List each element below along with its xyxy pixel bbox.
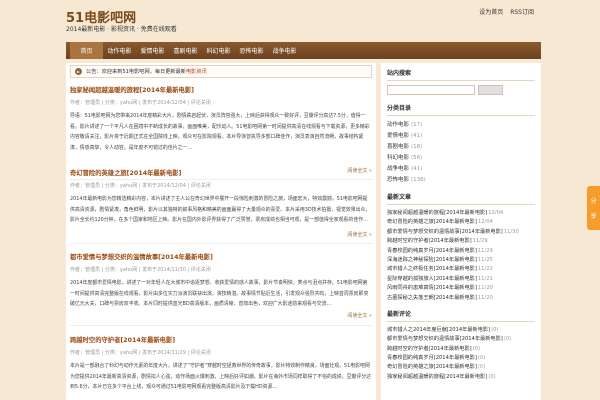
comment-item[interactable]: 跨越时空的守护者[2014年最新电影](0): [387, 345, 535, 354]
share-button[interactable]: 分 享: [587, 186, 600, 230]
comment-item[interactable]: 城市猎人之2014年度巨献[2014年最新电影](0): [387, 326, 535, 335]
post-title[interactable]: 跨越时空的守护者[2014年最新电影]: [70, 335, 372, 344]
site-header: 51电影吧网 2014最新电影 · 影视资讯 · 免费在线观看 设为首页 RSS…: [0, 0, 600, 42]
comments-list: 城市猎人之2014年度巨献[2014年最新电影](0) 都市爱情与梦想交织的温情…: [387, 326, 535, 382]
rss-link[interactable]: RSS订阅: [510, 7, 534, 16]
comment-item[interactable]: 奇幻冒险的英雄之旅[2014年最新电影](0): [387, 363, 535, 372]
set-homepage-link[interactable]: 设为首页: [479, 7, 503, 16]
post-item: 独家秘闻超越温暖的旅程[2014年最新电影] 作者：管理员 | 分类：yahu网…: [70, 85, 372, 180]
post-meta: 作者：管理员 | 分类：yahu网 | 发布于2014/11/30 | 评论关闭: [70, 267, 211, 273]
notice-highlight[interactable]: 电影资讯: [186, 68, 207, 75]
search-widget-title: 站内搜索: [387, 68, 535, 81]
nav-item-home[interactable]: 首页: [70, 42, 103, 59]
nav-item-scifi[interactable]: 科幻电影: [202, 42, 235, 59]
post-item: 跨越时空的守护者[2014年最新电影] 作者：管理员 | 分类：yahu网 | …: [70, 335, 372, 400]
search-row: [387, 85, 535, 95]
post-excerpt: 导语：51电影吧网为您带来2014年度精彩大片，剧情跌宕起伏，演员阵容强大，上映…: [70, 113, 370, 151]
share-label-1: 分: [590, 198, 597, 205]
search-input[interactable]: [387, 85, 475, 95]
main-content: ► 公告：欢迎来到51电影吧网，每日更新最新 电影资讯 独家秘闻超越温暖的旅程[2…: [66, 63, 376, 400]
nav-item-action[interactable]: 动作电影: [103, 42, 136, 59]
comments-widget-title: 最新评论: [387, 309, 535, 322]
post-title[interactable]: 奇幻冒险的英雄之旅[2014年最新电影]: [70, 168, 372, 177]
category-list: 动作电影 (17) 爱情电影 (41) 喜剧电影 (18) 科幻电影 (56) 战争电影…: [387, 120, 535, 186]
post-divider: [70, 243, 372, 244]
recent-post-item[interactable]: 星际穿越的孤独旅人[2014年最新电影]11/21: [387, 275, 535, 284]
recent-post-item[interactable]: 风雨同舟的患难真情[2014年最新电影]11/20: [387, 284, 535, 293]
recent-post-item[interactable]: 独家秘闻超越温暖的旅程[2014年最新电影]12/04: [387, 209, 535, 218]
speaker-icon: ►: [75, 68, 82, 75]
notice-bar: ► 公告：欢迎来到51电影吧网，每日更新最新 电影资讯: [70, 65, 372, 78]
comment-item[interactable]: 独家秘闻超越温暖的旅程[2014年最新电影](0): [387, 373, 535, 382]
post-excerpt: 本片是一部融合了科幻与动作元素的年度大片，讲述了“守护者”穿越时空拯救世界的传奇…: [70, 363, 371, 390]
nav-item-horror[interactable]: 恐怖电影: [235, 42, 268, 59]
post-title[interactable]: 独家秘闻超越温暖的旅程[2014年最新电影]: [70, 85, 372, 94]
recent-post-item[interactable]: 青春校园的纯真岁月[2014年最新电影]11/29: [387, 247, 535, 256]
search-button[interactable]: [478, 85, 503, 95]
nav-item-comedy[interactable]: 喜剧电影: [169, 42, 202, 59]
category-item[interactable]: 恐怖电影 (138): [387, 175, 535, 186]
post-item: 都市爱情与梦想交织的温情故事[2014年最新电影] 作者：管理员 | 分类：ya…: [70, 252, 372, 326]
recent-post-item[interactable]: 奇幻冒险的英雄之旅[2014年最新电影]12/04: [387, 218, 535, 227]
category-item[interactable]: 爱情电影 (41): [387, 131, 535, 142]
post-excerpt: 2014年最新电影为您精选精彩内容，本片讲述了主人公在奇幻世界中展开一段惊险刺激…: [70, 196, 371, 223]
comment-item[interactable]: 都市爱情与梦想交织的温情故事[2014年最新电影](0): [387, 335, 535, 344]
sidebar: 站内搜索 分类目录 动作电影 (17) 爱情电影 (41) 喜剧电影 (18) 科幻电…: [381, 63, 541, 400]
post-meta: 作者：管理员 | 分类：yahu网 | 发布于2014/12/04 | 评论关闭: [70, 183, 211, 189]
recent-post-item[interactable]: 城市猎人之终极任务[2014年最新电影]11/22: [387, 265, 535, 274]
nav-item-romance[interactable]: 爱情电影: [136, 42, 169, 59]
recent-post-item[interactable]: 都市爱情与梦想交织的温情故事[2014年最新电影]11/30: [387, 228, 535, 237]
comment-item[interactable]: 青春校园的纯真岁月[2014年最新电影](0): [387, 354, 535, 363]
post-meta: 作者：管理员 | 分类：yahu网 | 发布于2014/11/29 | 评论关闭: [70, 350, 211, 356]
nav-item-war[interactable]: 战争电影: [268, 42, 301, 59]
recent-post-item[interactable]: 深海迷踪之神秘探险[2014年最新电影]11/25: [387, 256, 535, 265]
site-description: 2014最新电影 · 影视资讯 · 免费在线观看: [66, 26, 177, 33]
recent-posts-widget-title: 最新文章: [387, 192, 535, 205]
category-item[interactable]: 喜剧电影 (18): [387, 142, 535, 153]
category-item[interactable]: 战争电影 (41): [387, 164, 535, 175]
post-excerpt: 2014年度都市爱情电影，讲述了一对年轻人在大城市中追逐梦想、收获爱情的感人故事…: [70, 280, 369, 307]
category-item[interactable]: 动作电影 (17): [387, 120, 535, 131]
notice-text: 公告：欢迎来到51电影吧网，每日更新最新: [86, 69, 186, 75]
recent-post-item[interactable]: 跨越时空的守护者[2014年最新电影]11/29: [387, 237, 535, 246]
main-nav: 首页 动作电影 爱情电影 喜剧电影 科幻电影 恐怖电影 战争电影: [66, 42, 541, 59]
read-more-link[interactable]: 阅读全文 »: [347, 231, 372, 238]
post-meta: 作者：管理员 | 分类：yahu网 | 发布于2014/12/04 | 评论关闭: [70, 100, 211, 106]
post-divider: [70, 325, 372, 326]
read-more-link[interactable]: 阅读全文 »: [347, 312, 372, 319]
category-item[interactable]: 科幻电影 (56): [387, 153, 535, 164]
top-links: 设为首页 RSS订阅: [479, 7, 534, 16]
share-label-2: 享: [590, 213, 597, 220]
post-item: 奇幻冒险的英雄之旅[2014年最新电影] 作者：管理员 | 分类：yahu网 |…: [70, 168, 372, 244]
recent-post-item[interactable]: 古墓探秘之失落王朝[2014年最新电影]11/20: [387, 294, 535, 303]
recent-posts-list: 独家秘闻超越温暖的旅程[2014年最新电影]12/04 奇幻冒险的英雄之旅[20…: [387, 209, 535, 303]
categories-widget-title: 分类目录: [387, 103, 535, 116]
post-title[interactable]: 都市爱情与梦想交织的温情故事[2014年最新电影]: [70, 252, 372, 261]
